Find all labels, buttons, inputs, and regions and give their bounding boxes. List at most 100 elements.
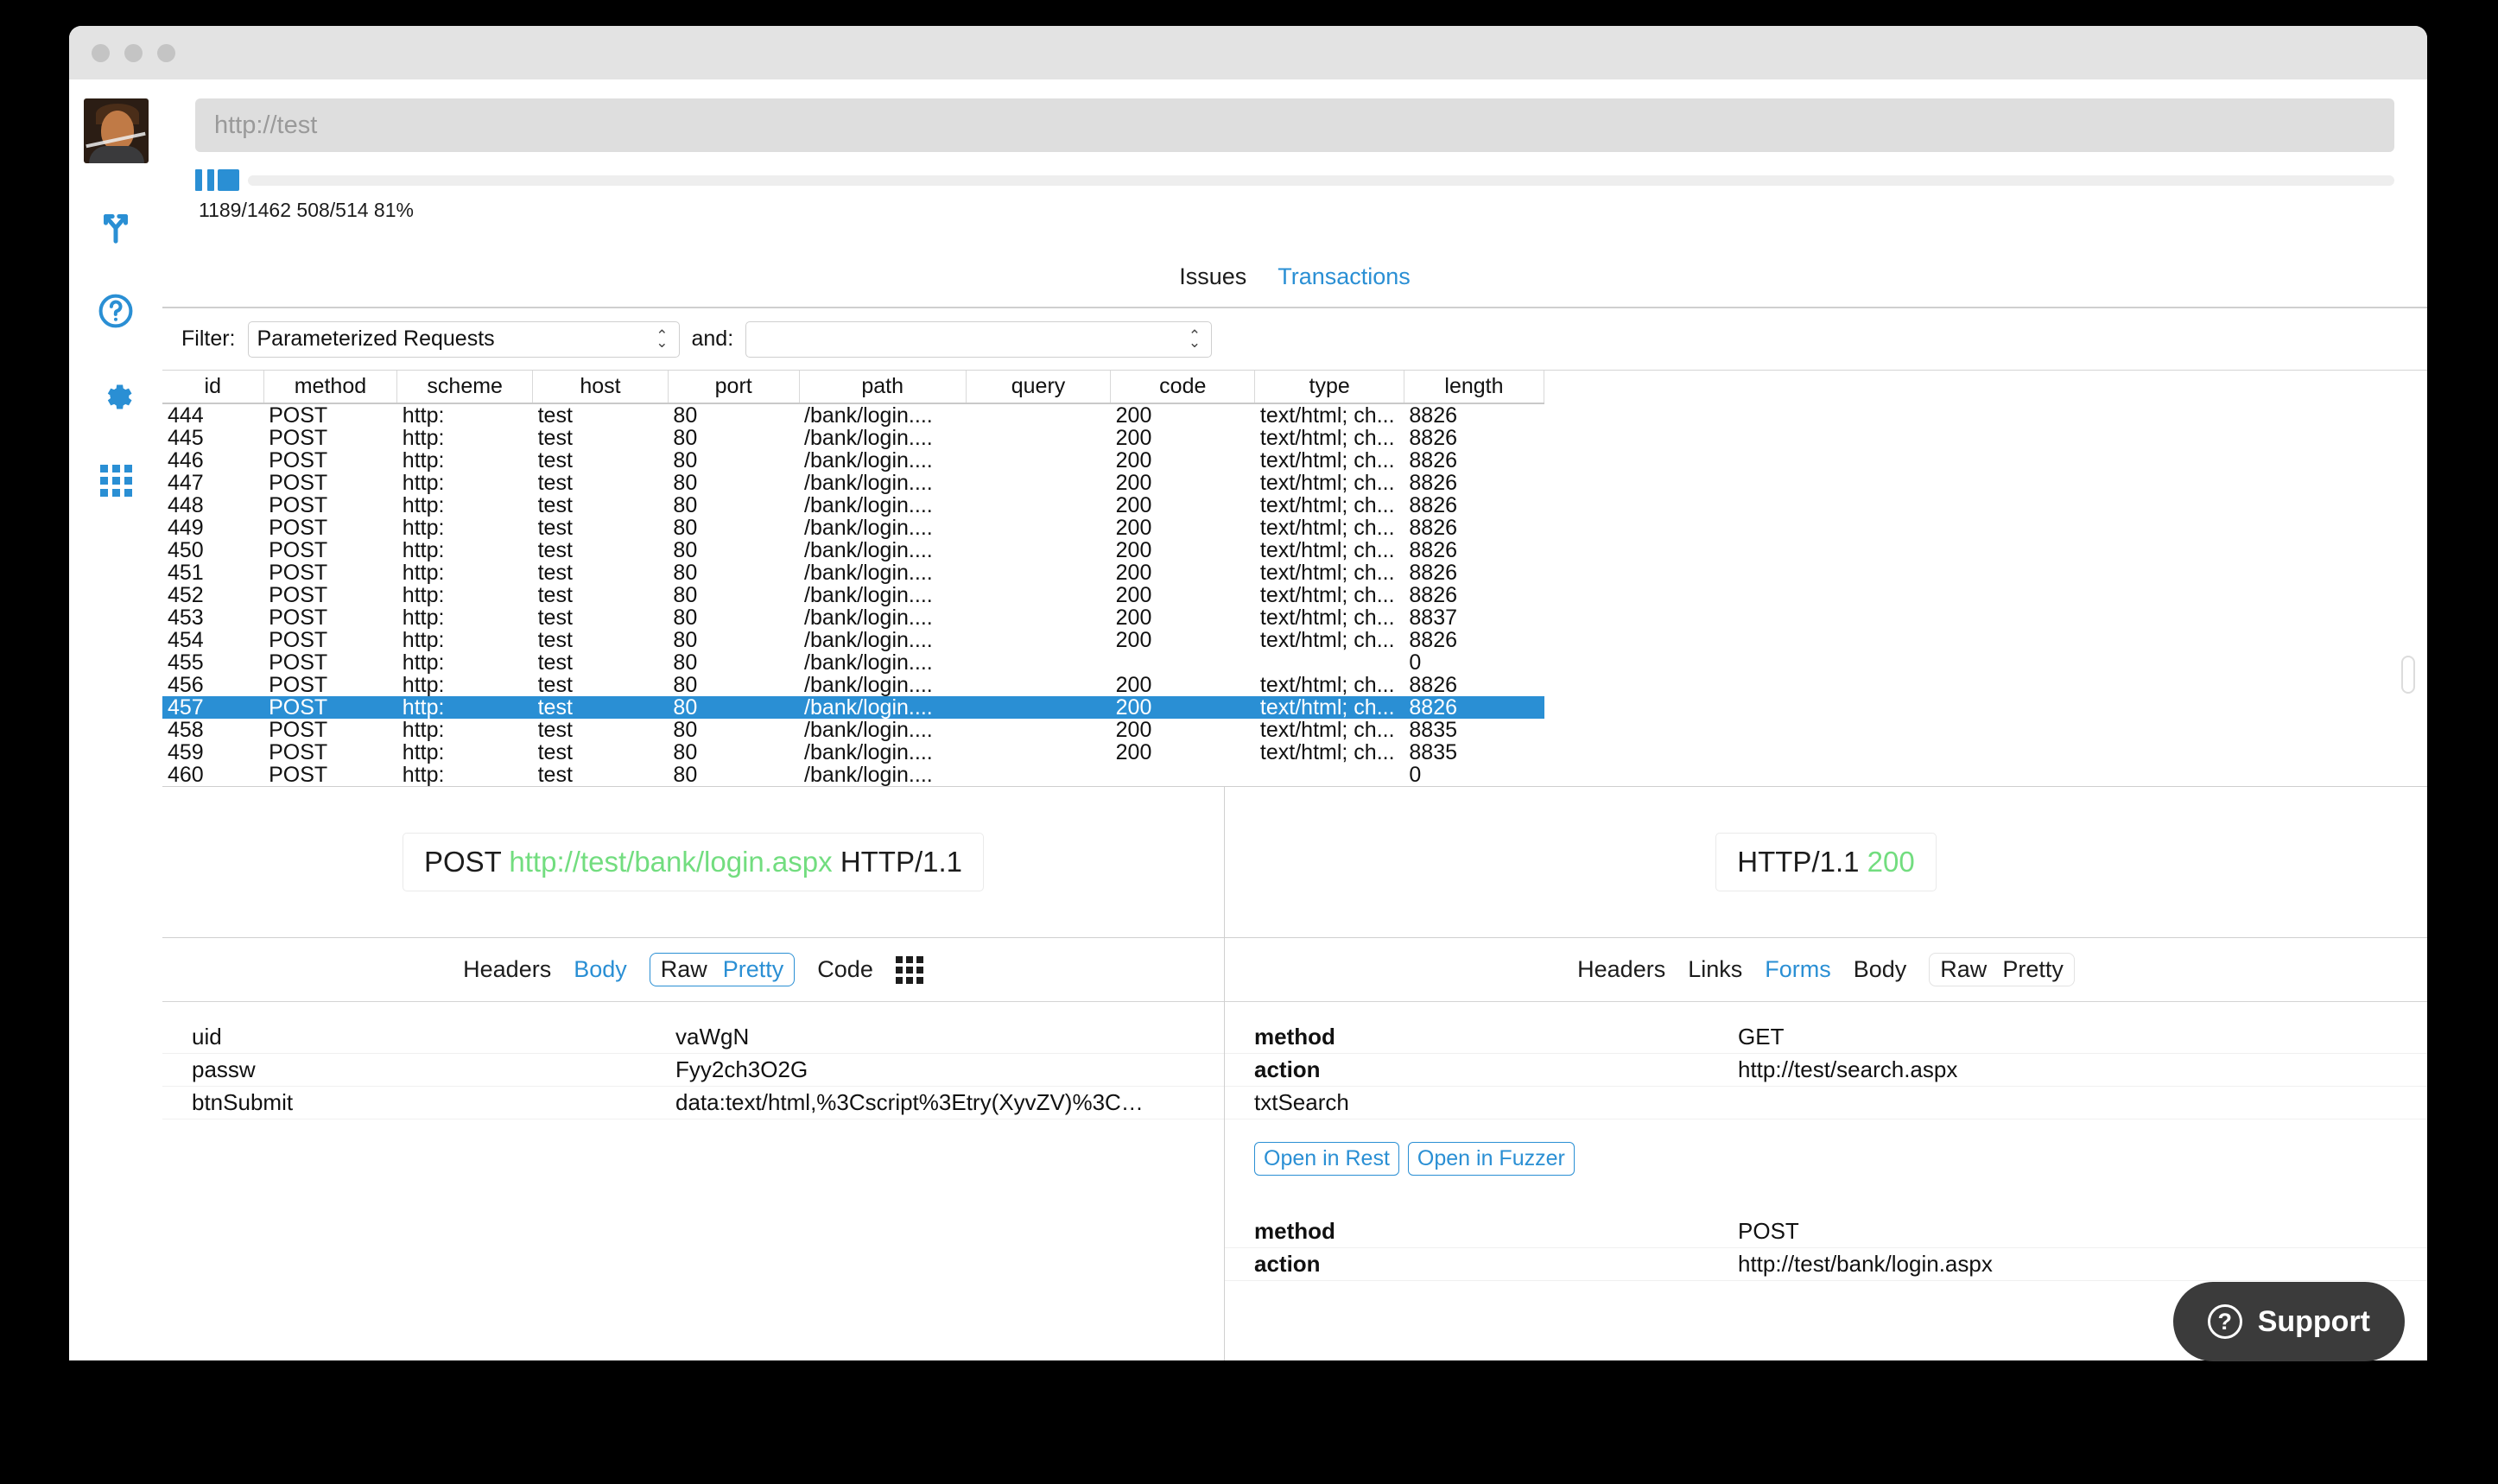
table-row[interactable]: 454 POST http: test 80/bank/login.... 200 text… <box>162 629 1544 651</box>
request-grid-icon[interactable] <box>895 955 923 984</box>
cell-id: 455 <box>168 651 204 674</box>
help-icon[interactable] <box>94 289 137 333</box>
cell-host: test <box>537 719 573 741</box>
response-tab-body[interactable]: Body <box>1854 956 1907 983</box>
request-tab-code[interactable]: Code <box>817 956 873 983</box>
table-row[interactable]: 445 POST http: test 80/bank/login.... 200 text… <box>162 427 1544 449</box>
url-input[interactable]: http://test <box>195 98 2394 152</box>
window-titlebar <box>69 26 2427 79</box>
cell-id: 446 <box>168 449 204 472</box>
request-param-row[interactable]: passw Fyy2ch3O2G <box>162 1054 1224 1087</box>
col-type[interactable]: type <box>1254 371 1404 404</box>
table-row[interactable]: 447 POST http: test 80/bank/login.... 200 text… <box>162 472 1544 494</box>
stop-icon[interactable] <box>218 169 239 191</box>
avatar[interactable] <box>83 98 149 163</box>
table-row[interactable]: 455 POST http: test 80/bank/login.... 0 <box>162 651 1544 674</box>
col-method[interactable]: method <box>263 371 398 404</box>
cell-query <box>966 427 1110 449</box>
button-open-in-rest[interactable]: Open in Rest <box>1254 1142 1399 1176</box>
tab-transactions[interactable]: Transactions <box>1278 263 1411 290</box>
cell-method: POST <box>269 561 328 584</box>
request-param-row[interactable]: btnSubmit data:text/html,%3Cscript%3Etry(… <box>162 1087 1224 1119</box>
cell-path: /bank/login.... <box>804 449 933 472</box>
col-code[interactable]: code <box>1110 371 1256 404</box>
button-open-in-fuzzer[interactable]: Open in Fuzzer <box>1407 1142 1575 1176</box>
cell-length: 8826 <box>1409 403 1458 427</box>
cell-scheme: http: <box>402 629 445 651</box>
request-toggle-raw[interactable]: Raw <box>661 956 707 983</box>
form-actions: Open in Rest Open in Fuzzer <box>1225 1119 2427 1176</box>
response-toggle-raw[interactable]: Raw <box>1940 956 1987 983</box>
response-view-toggle[interactable]: Raw Pretty <box>1929 953 2075 986</box>
table-row[interactable]: 450 POST http: test 80/bank/login.... 200 text… <box>162 539 1544 561</box>
table-row[interactable]: 458 POST http: test 80/bank/login.... 200 text… <box>162 719 1544 741</box>
cell-id: 459 <box>168 741 204 764</box>
form-field-value: GET <box>1738 1024 1785 1050</box>
col-query[interactable]: query <box>966 371 1112 404</box>
form-field-row[interactable]: method POST <box>1225 1215 2427 1248</box>
support-widget[interactable]: ? Support <box>2172 1282 2405 1361</box>
cell-method: POST <box>269 472 328 494</box>
table-row[interactable]: 446 POST http: test 80/bank/login.... 200 text… <box>162 449 1544 472</box>
col-id[interactable]: id <box>162 371 264 404</box>
col-port[interactable]: port <box>668 371 800 404</box>
tab-issues[interactable]: Issues <box>1179 263 1246 290</box>
form-field-row[interactable]: txtSearch <box>1225 1087 2427 1119</box>
minimize-button[interactable] <box>124 43 143 62</box>
filter-primary-select[interactable]: Parameterized Requests ⌃ ⌄ <box>247 320 680 358</box>
request-tab-body[interactable]: Body <box>574 956 627 983</box>
filter-secondary-select[interactable]: ⌃ ⌄ <box>745 320 1213 358</box>
response-tab-forms[interactable]: Forms <box>1765 956 1831 983</box>
form-field-row[interactable]: method GET <box>1225 1021 2427 1054</box>
cell-scheme: http: <box>402 472 445 494</box>
col-length[interactable]: length <box>1404 371 1545 404</box>
close-button[interactable] <box>92 43 110 62</box>
col-scheme[interactable]: scheme <box>396 371 534 404</box>
response-toggle-pretty[interactable]: Pretty <box>2002 956 2064 983</box>
request-tab-headers[interactable]: Headers <box>463 956 551 983</box>
table-row[interactable]: 453 POST http: test 80/bank/login.... 200 text… <box>162 606 1544 629</box>
cell-id: 458 <box>168 719 204 741</box>
zoom-button[interactable] <box>157 43 175 62</box>
request-view-toggle[interactable]: Raw Pretty <box>649 953 796 986</box>
response-tab-links[interactable]: Links <box>1688 956 1742 983</box>
pause-icon[interactable] <box>195 169 214 191</box>
cell-type: text/html; ch... <box>1259 472 1395 494</box>
grid-icon[interactable] <box>94 459 137 502</box>
cell-scheme: http: <box>402 403 445 427</box>
table-row[interactable]: 457 POST http: test 80/bank/login.... 200 text… <box>162 696 1544 719</box>
cell-code: 200 <box>1115 719 1152 741</box>
cell-method: POST <box>269 539 328 561</box>
form-field-row[interactable]: action http://test/bank/login.aspx <box>1225 1248 2427 1281</box>
gear-icon[interactable] <box>94 374 137 417</box>
request-param-row[interactable]: uid vaWgN <box>162 1021 1224 1054</box>
cell-id: 444 <box>168 403 204 427</box>
table-row[interactable]: 456 POST http: test 80/bank/login.... 200 text… <box>162 674 1544 696</box>
cell-length: 8826 <box>1404 696 1544 719</box>
cell-path: /bank/login.... <box>804 517 933 539</box>
table-row[interactable]: 449 POST http: test 80/bank/login.... 200 text… <box>162 517 1544 539</box>
cell-id: 460 <box>168 764 204 786</box>
cell-length: 8826 <box>1409 449 1458 472</box>
table-scrollbar[interactable] <box>2401 656 2415 694</box>
cell-path: /bank/login.... <box>804 561 933 584</box>
table-row[interactable]: 444 POST http: test 80/bank/login.... 200 text… <box>162 403 1544 427</box>
response-tab-headers[interactable]: Headers <box>1577 956 1665 983</box>
col-path[interactable]: path <box>799 371 967 404</box>
table-row[interactable]: 451 POST http: test 80/bank/login.... 200 text… <box>162 561 1544 584</box>
cell-length: 8826 <box>1409 427 1458 449</box>
form-field-row[interactable]: action http://test/search.aspx <box>1225 1054 2427 1087</box>
cell-host: test <box>537 584 573 606</box>
request-toggle-pretty[interactable]: Pretty <box>723 956 784 983</box>
cell-type <box>1255 651 1404 674</box>
table-row[interactable]: 452 POST http: test 80/bank/login.... 200 text… <box>162 584 1544 606</box>
cell-port: 80 <box>673 427 698 449</box>
cell-type: text/html; ch... <box>1259 427 1395 449</box>
col-host[interactable]: host <box>532 371 669 404</box>
table-row[interactable]: 460 POST http: test 80/bank/login.... 0 <box>162 764 1544 786</box>
cell-id: 454 <box>168 629 204 651</box>
table-row[interactable]: 448 POST http: test 80/bank/login.... 200 text… <box>162 494 1544 517</box>
branch-icon[interactable] <box>94 205 137 248</box>
table-row[interactable]: 459 POST http: test 80/bank/login.... 200 text… <box>162 741 1544 764</box>
cell-id: 449 <box>168 517 204 539</box>
